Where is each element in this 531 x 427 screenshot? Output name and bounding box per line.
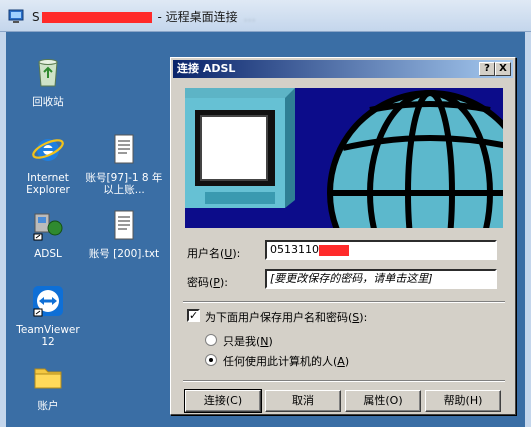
help-button[interactable]: 帮助(H) — [425, 390, 501, 412]
username-field[interactable]: 0513110 — [265, 240, 497, 260]
remote-desktop-icon — [8, 9, 24, 23]
username-label: 用户名(U): — [187, 247, 241, 260]
desktop-icon-label: 账号[97]-1 8 年以上账... — [85, 172, 163, 196]
window-frame-right — [525, 32, 531, 427]
desktop-icon-internet-explorer[interactable]: Internet Explorer — [8, 132, 88, 196]
desktop-icon-account-file-200[interactable]: 账号 [200].txt — [84, 208, 164, 260]
only-me-label[interactable]: 只是我(N) — [223, 333, 273, 349]
desktop-icon-recycle-bin[interactable]: 回收站 — [8, 56, 88, 108]
network-connection-icon — [33, 213, 63, 241]
only-me-radio[interactable] — [205, 334, 217, 346]
divider — [183, 301, 505, 303]
text-file-icon — [114, 210, 134, 240]
close-button[interactable]: X — [495, 62, 511, 76]
rdp-window-title: S - 远程桌面连接… — [32, 10, 256, 24]
cancel-button[interactable]: 取消 — [265, 390, 341, 412]
connection-banner-image — [185, 88, 503, 228]
folder-icon — [34, 368, 62, 389]
password-label: 密码(P): — [187, 276, 228, 289]
text-file-icon — [114, 134, 134, 164]
anyone-label[interactable]: 任何使用此计算机的人(A) — [223, 353, 349, 369]
blurred-text: … — [243, 10, 256, 24]
dialog-title: 连接 ADSL — [177, 62, 236, 75]
help-title-button[interactable]: ? — [479, 62, 495, 76]
teamviewer-icon — [33, 286, 63, 317]
connect-adsl-dialog[interactable]: 连接 ADSL ? X 用户名(U): 0513110 密码(P): [要更改保… — [170, 57, 516, 415]
recycle-bin-icon — [38, 59, 58, 87]
save-credentials-label[interactable]: 为下面用户保存用户名和密码(S): — [205, 309, 367, 325]
redacted-host — [41, 12, 152, 23]
desktop-icon-account-file-97[interactable]: 账号[97]-1 8 年以上账... — [84, 132, 164, 196]
desktop-icon-label: 账户 — [37, 400, 59, 412]
password-field[interactable]: [要更改保存的密码，请单击这里] — [265, 269, 497, 289]
desktop-icon-account-folder[interactable]: 账户 — [8, 360, 88, 412]
internet-explorer-icon — [32, 139, 64, 161]
properties-button[interactable]: 属性(O) — [345, 390, 421, 412]
desktop-icon-teamviewer[interactable]: TeamViewer 12 — [8, 284, 88, 348]
rdp-title-bar[interactable]: S - 远程桌面连接… — [0, 0, 531, 32]
dialog-title-bar[interactable]: 连接 ADSL ? X — [173, 60, 513, 78]
save-credentials-checkbox[interactable]: ✓ — [187, 309, 200, 322]
desktop-icon-label: ADSL — [34, 248, 62, 260]
desktop-icon-label: Internet Explorer — [26, 172, 70, 196]
anyone-radio[interactable] — [205, 354, 217, 366]
remote-desktop[interactable]: 回收站 Internet Explorer 账号[97]-1 8 年以上账... — [6, 32, 525, 427]
desktop-icon-label: 账号 [200].txt — [88, 248, 160, 260]
connect-button[interactable]: 连接(C) — [184, 389, 262, 413]
desktop-icon-adsl[interactable]: ADSL — [8, 208, 88, 260]
divider — [183, 380, 505, 382]
redacted-username — [319, 244, 349, 256]
desktop-icon-label: 回收站 — [32, 96, 64, 108]
desktop-icon-label: TeamViewer 12 — [16, 324, 80, 348]
